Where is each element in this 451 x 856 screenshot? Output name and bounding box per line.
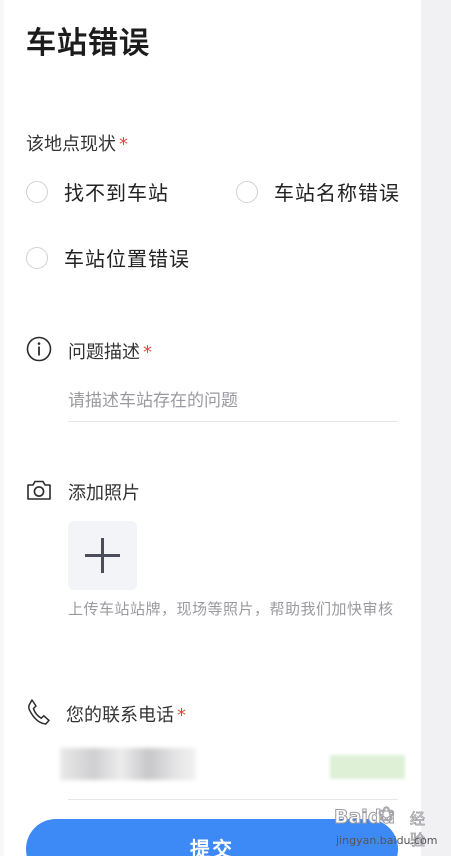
upload-hint: 上传车站站牌，现场等照片，帮助我们加快审核: [68, 600, 394, 618]
radio-circle[interactable]: [26, 180, 48, 203]
watermark-url: jingyan.baidu.com: [336, 834, 438, 847]
camera-icon: [26, 478, 52, 506]
radio-option-not-found[interactable]: 找不到车站: [26, 177, 169, 206]
plus-icon-vertical: [101, 538, 104, 573]
photo-header: 添加照片: [26, 478, 140, 506]
phone-label-text: 您的联系电话: [66, 705, 174, 726]
paw-icon: ❀: [378, 802, 396, 827]
description-label-text: 问题描述: [68, 342, 140, 363]
phone-icon: [26, 698, 50, 730]
description-input[interactable]: [68, 380, 398, 422]
info-icon: [26, 336, 52, 366]
page-title: 车站错误: [26, 26, 150, 61]
radio-label: 车站名称错误: [274, 181, 400, 205]
description-header: 问题描述 *: [26, 336, 152, 366]
required-mark: *: [143, 342, 152, 363]
required-mark: *: [177, 705, 186, 726]
status-label-text: 该地点现状: [26, 134, 116, 155]
left-edge: [0, 0, 4, 856]
side-strip: [421, 0, 451, 856]
photo-label: 添加照片: [68, 483, 140, 504]
report-page: 车站错误 该地点现状* 找不到车站 车站名称错误 车站位置错误 问题描述*: [0, 0, 451, 856]
phone-input[interactable]: [68, 744, 398, 800]
required-mark: *: [119, 134, 128, 155]
phone-label: 您的联系电话 *: [66, 701, 186, 727]
radio-option-location-error[interactable]: 车站位置错误: [26, 243, 190, 272]
phone-header: 您的联系电话 *: [26, 698, 186, 730]
add-photo-button[interactable]: [68, 521, 137, 590]
radio-label: 找不到车站: [64, 181, 169, 205]
radio-label: 车站位置错误: [64, 247, 190, 271]
radio-option-name-error[interactable]: 车站名称错误: [236, 177, 400, 206]
radio-circle[interactable]: [26, 246, 48, 269]
status-label: 该地点现状 *: [26, 130, 128, 156]
radio-circle[interactable]: [236, 180, 258, 203]
watermark: Baidu ❀ 经验 jingyan.baidu.com: [334, 802, 438, 852]
description-label: 问题描述 *: [68, 338, 152, 364]
